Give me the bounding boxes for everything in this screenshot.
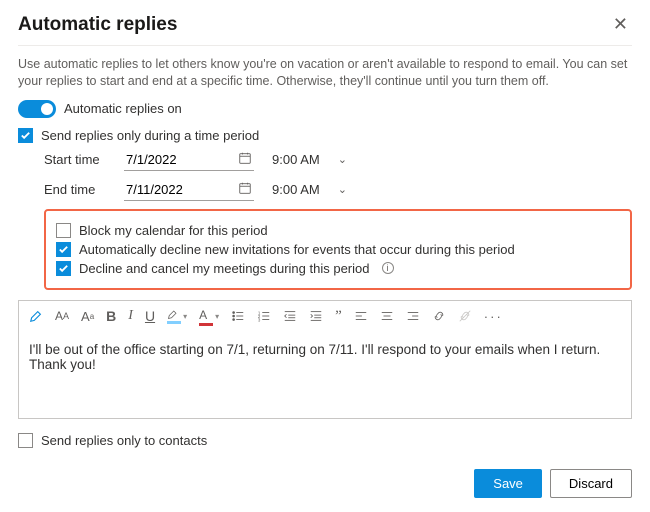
auto-replies-toggle[interactable] [18,100,56,118]
info-icon[interactable]: i [382,262,394,274]
indent-button[interactable] [309,309,323,323]
cancel-meetings-label: Decline and cancel my meetings during th… [79,261,370,276]
decline-new-checkbox[interactable] [56,242,71,257]
cancel-meetings-checkbox[interactable] [56,261,71,276]
period-block: Start time 9:00 AM ⌄ End time 9:00 AM ⌄ [44,149,632,290]
start-date-input[interactable] [124,149,254,171]
font-size-icon[interactable]: AA [55,309,69,323]
align-left-button[interactable] [354,309,368,323]
highlight-button[interactable]: ▾ [167,308,187,324]
end-time-label: End time [44,182,124,197]
unlink-button[interactable] [458,309,472,323]
svg-text:3: 3 [258,318,261,323]
link-button[interactable] [432,309,446,323]
divider [18,45,632,46]
discard-button[interactable]: Discard [550,469,632,498]
auto-replies-toggle-label: Automatic replies on [64,101,182,116]
contacts-only-checkbox[interactable] [18,433,33,448]
chevron-down-icon: ⌄ [338,153,347,166]
time-period-label: Send replies only during a time period [41,128,259,143]
options-highlight-box: Block my calendar for this period Automa… [44,209,632,290]
end-date-input[interactable] [124,179,254,201]
message-textarea[interactable]: I'll be out of the office starting on 7/… [19,332,631,418]
close-icon[interactable]: ✕ [609,12,632,37]
underline-button[interactable]: U [145,308,155,324]
start-time-dropdown[interactable]: 9:00 AM ⌄ [272,152,347,167]
intro-text: Use automatic replies to let others know… [18,56,632,90]
more-options-button[interactable]: ··· [484,309,503,324]
bullets-button[interactable] [231,309,245,323]
message-editor: AA Aa B I U ▾ A▾ 123 ” ··· I'll be out o… [18,300,632,419]
align-right-button[interactable] [406,309,420,323]
start-time-label: Start time [44,152,124,167]
end-time-dropdown[interactable]: 9:00 AM ⌄ [272,182,347,197]
editor-toolbar: AA Aa B I U ▾ A▾ 123 ” ··· [19,301,631,332]
numbering-button[interactable]: 123 [257,309,271,323]
italic-button[interactable]: I [128,308,133,324]
font-color-button[interactable]: A▾ [199,307,219,326]
decline-new-label: Automatically decline new invitations fo… [79,242,515,257]
save-button[interactable]: Save [474,469,542,498]
contacts-only-label: Send replies only to contacts [41,433,207,448]
outdent-button[interactable] [283,309,297,323]
time-period-checkbox[interactable] [18,128,33,143]
chevron-down-icon: ⌄ [338,183,347,196]
align-center-button[interactable] [380,309,394,323]
bold-button[interactable]: B [106,308,116,324]
page-title: Automatic replies [18,14,177,36]
quote-button[interactable]: ” [335,308,342,325]
format-painter-icon[interactable] [29,309,43,323]
block-calendar-label: Block my calendar for this period [79,223,268,238]
block-calendar-checkbox[interactable] [56,223,71,238]
font-style-icon[interactable]: Aa [81,309,94,324]
